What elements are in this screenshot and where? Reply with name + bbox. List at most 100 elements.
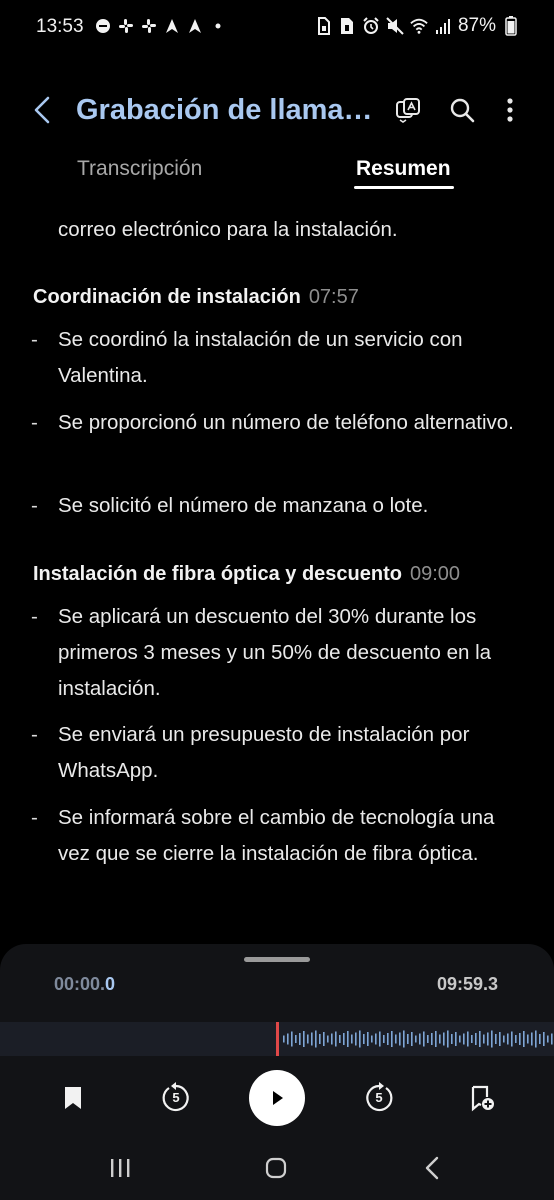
tab-resumen[interactable]: Resumen <box>356 154 451 184</box>
ai-translate-button[interactable] <box>388 90 428 130</box>
waveform-bar <box>487 1032 489 1046</box>
play-button[interactable] <box>249 1070 305 1126</box>
waveform-bar <box>531 1032 533 1046</box>
waveform-bar <box>327 1035 329 1043</box>
total-time: 09:59.3 <box>436 974 498 994</box>
waveform-bar <box>535 1030 537 1048</box>
current-time-main: 00:00. <box>54 974 106 994</box>
selected-tab-indicator <box>354 186 454 189</box>
drag-handle[interactable] <box>244 957 310 962</box>
more-options-button[interactable] <box>490 90 530 130</box>
tab-bar: Transcripción Resumen <box>0 148 554 192</box>
forward-seconds-label: 5 <box>375 1090 383 1105</box>
waveform-bar <box>395 1034 397 1044</box>
section-title: Instalación de fibra óptica y descuento <box>33 563 402 585</box>
waveform-bar <box>539 1034 541 1044</box>
battery-icon <box>502 16 520 36</box>
add-bookmark-icon <box>471 1085 494 1112</box>
waveform-bar <box>479 1031 481 1047</box>
bullet-dash: - <box>31 806 38 829</box>
waveform-bar <box>407 1034 409 1044</box>
bullet-dash: - <box>31 723 38 746</box>
waveform-bar <box>311 1032 313 1046</box>
alarm-icon <box>362 17 380 35</box>
back-icon <box>34 96 50 124</box>
waveform-bar <box>435 1031 437 1047</box>
page-title: Grabación de llama… <box>76 94 373 126</box>
waveform-bar <box>399 1032 401 1046</box>
waveform-bar <box>343 1033 345 1045</box>
waveform-bar <box>387 1033 389 1045</box>
bullet-dash: - <box>31 605 38 628</box>
sim-icon <box>338 17 356 35</box>
mute-icon <box>386 17 404 35</box>
waveform-bar <box>355 1032 357 1046</box>
waveform-bar <box>499 1032 501 1046</box>
waveform-bar <box>411 1032 413 1046</box>
waveform-bar <box>383 1035 385 1043</box>
waveform-bar <box>339 1035 341 1043</box>
bookmark-icon <box>65 1087 81 1109</box>
home-button[interactable] <box>252 1148 300 1188</box>
section-title: Coordinación de instalación <box>33 286 301 308</box>
waveform-bar <box>475 1033 477 1045</box>
tab-transcripcion[interactable]: Transcripción <box>77 154 202 184</box>
waveform-bar <box>307 1034 309 1044</box>
waveform-bar <box>419 1033 421 1045</box>
back-button[interactable] <box>24 90 60 130</box>
waveform-bar <box>415 1035 417 1043</box>
ai-translate-icon <box>396 98 420 123</box>
sim-icon <box>314 17 332 35</box>
waveform-bar <box>511 1031 513 1047</box>
waveform-bar <box>443 1032 445 1046</box>
waveform-bar <box>463 1033 465 1045</box>
waveform-bar <box>527 1034 529 1044</box>
waveform-bar <box>295 1035 297 1043</box>
recents-button[interactable] <box>96 1148 144 1188</box>
waveform-bar <box>427 1035 429 1043</box>
slack-icon <box>140 17 158 35</box>
bullet-text: Se solicitó el número de manzana o lote. <box>58 494 429 517</box>
waveform-bar <box>543 1032 545 1046</box>
summary-intro: correo electrónico para la instalación. <box>58 218 398 241</box>
navigation-icon <box>186 17 204 35</box>
section-heading: Instalación de fibra óptica y descuento 0… <box>33 559 460 589</box>
bullet-dash: - <box>31 494 38 517</box>
bullet-dash: - <box>31 411 38 434</box>
waveform-bar <box>483 1034 485 1044</box>
waveform-bar <box>323 1032 325 1046</box>
waveform-bar <box>319 1034 321 1044</box>
more-vert-icon <box>507 98 513 122</box>
waveform-bar <box>491 1030 493 1048</box>
battery-percent: 87% <box>457 15 496 36</box>
waveform-bar <box>363 1034 365 1044</box>
playback-controls: 5 5 <box>0 1068 554 1132</box>
section-timestamp[interactable]: 09:00 <box>410 563 460 585</box>
nav-back-button[interactable] <box>408 1148 456 1188</box>
dot-icon <box>209 17 227 35</box>
waveform-bar <box>519 1033 521 1045</box>
bookmark-button[interactable] <box>47 1072 99 1124</box>
playhead[interactable] <box>276 1022 279 1056</box>
slack-icon <box>117 17 135 35</box>
waveform-bar <box>375 1033 377 1045</box>
system-nav-bar <box>0 1140 554 1200</box>
waveform-bar <box>379 1031 381 1047</box>
search-icon <box>450 98 475 123</box>
add-bookmark-button[interactable] <box>456 1072 508 1124</box>
waveform-bar <box>391 1031 393 1047</box>
play-icon <box>273 1091 283 1105</box>
signal-icon <box>434 17 452 35</box>
waveform-bar <box>335 1031 337 1047</box>
waveform-bar <box>403 1030 405 1048</box>
waveform-bar <box>291 1031 293 1047</box>
current-time-fraction: 0 <box>105 974 116 994</box>
section-heading: Coordinación de instalación 07:57 <box>33 282 359 312</box>
status-time: 13:53 <box>36 16 84 37</box>
app-bar: Grabación de llama… <box>0 80 554 140</box>
waveform-bar <box>515 1035 517 1043</box>
bullet-dash: - <box>31 328 38 351</box>
section-timestamp[interactable]: 07:57 <box>309 286 359 308</box>
search-button[interactable] <box>442 90 482 130</box>
waveform-bar <box>347 1031 349 1047</box>
